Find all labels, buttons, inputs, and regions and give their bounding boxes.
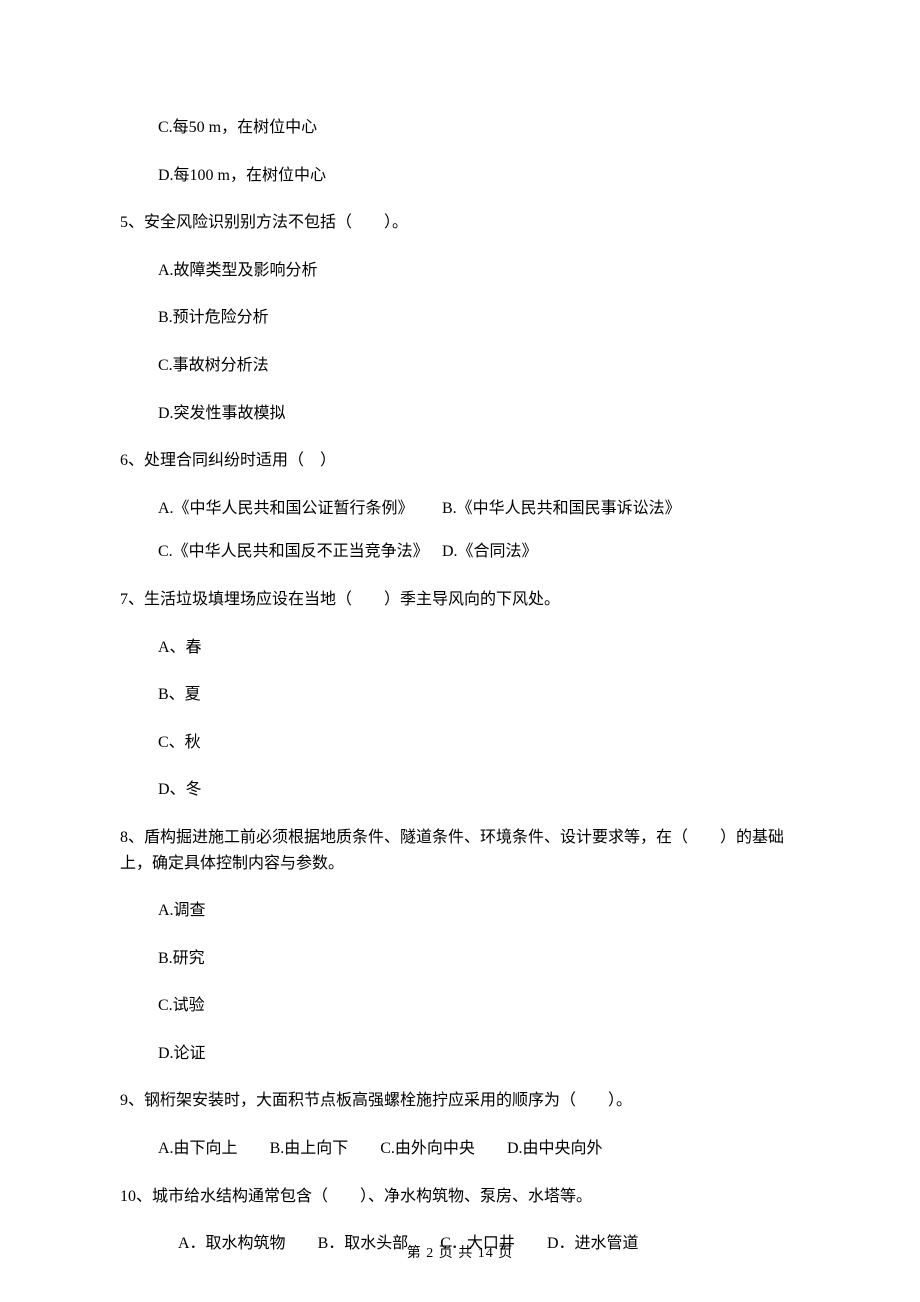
question-5: 5、安全风险识别别方法不包括（ ）。 [120,210,800,236]
q5-option-a: A.故障类型及影响分析 [120,258,800,284]
q8-option-b: B.研究 [120,946,800,972]
q9-option-a: A.由下向上 [158,1136,238,1162]
q6-option-d: D.《合同法》 [442,539,538,565]
q6-options-row-2: C.《中华人民共和国反不正当竞争法》 D.《合同法》 [120,539,800,565]
question-9: 9、钢桁架安装时，大面积节点板高强螺栓施拧应采用的顺序为（ ）。 [120,1088,800,1114]
q5-option-d: D.突发性事故模拟 [120,401,800,427]
q7-option-a: A、春 [120,635,800,661]
q6-option-c: C.《中华人民共和国反不正当竞争法》 [158,539,438,565]
question-7: 7、生活垃圾填埋场应设在当地（ ）季主导风向的下风处。 [120,587,800,613]
q6-option-b: B.《中华人民共和国民事诉讼法》 [442,496,681,522]
q7-option-c: C、秋 [120,730,800,756]
question-6: 6、处理合同纠纷时适用（ ） [120,448,800,474]
q6-option-a: A.《中华人民共和国公证暂行条例》 [158,496,438,522]
question-10: 10、城市给水结构通常包含（ ）、净水构筑物、泵房、水塔等。 [120,1184,800,1210]
q7-option-d: D、冬 [120,777,800,803]
q9-option-d: D.由中央向外 [507,1136,603,1162]
page-content: C.每50 m，在树位中心 D.每100 m，在树位中心 5、安全风险识别别方法… [0,0,920,1257]
q9-options-row: A.由下向上 B.由上向下 C.由外向中央 D.由中央向外 [120,1136,800,1162]
q7-option-b: B、夏 [120,682,800,708]
q8-option-d: D.论证 [120,1041,800,1067]
q5-option-c: C.事故树分析法 [120,353,800,379]
question-8: 8、盾构掘进施工前必须根据地质条件、隧道条件、环境条件、设计要求等，在（ ）的基… [120,825,800,876]
q5-option-b: B.预计危险分析 [120,305,800,331]
q8-option-a: A.调查 [120,898,800,924]
option-d: D.每100 m，在树位中心 [120,163,800,189]
option-c: C.每50 m，在树位中心 [120,115,800,141]
q6-options-row-1: A.《中华人民共和国公证暂行条例》 B.《中华人民共和国民事诉讼法》 [120,496,800,522]
q9-option-c: C.由外向中央 [380,1136,475,1162]
page-footer: 第 2 页 共 14 页 [0,1242,920,1262]
q9-option-b: B.由上向下 [270,1136,349,1162]
q8-option-c: C.试验 [120,993,800,1019]
